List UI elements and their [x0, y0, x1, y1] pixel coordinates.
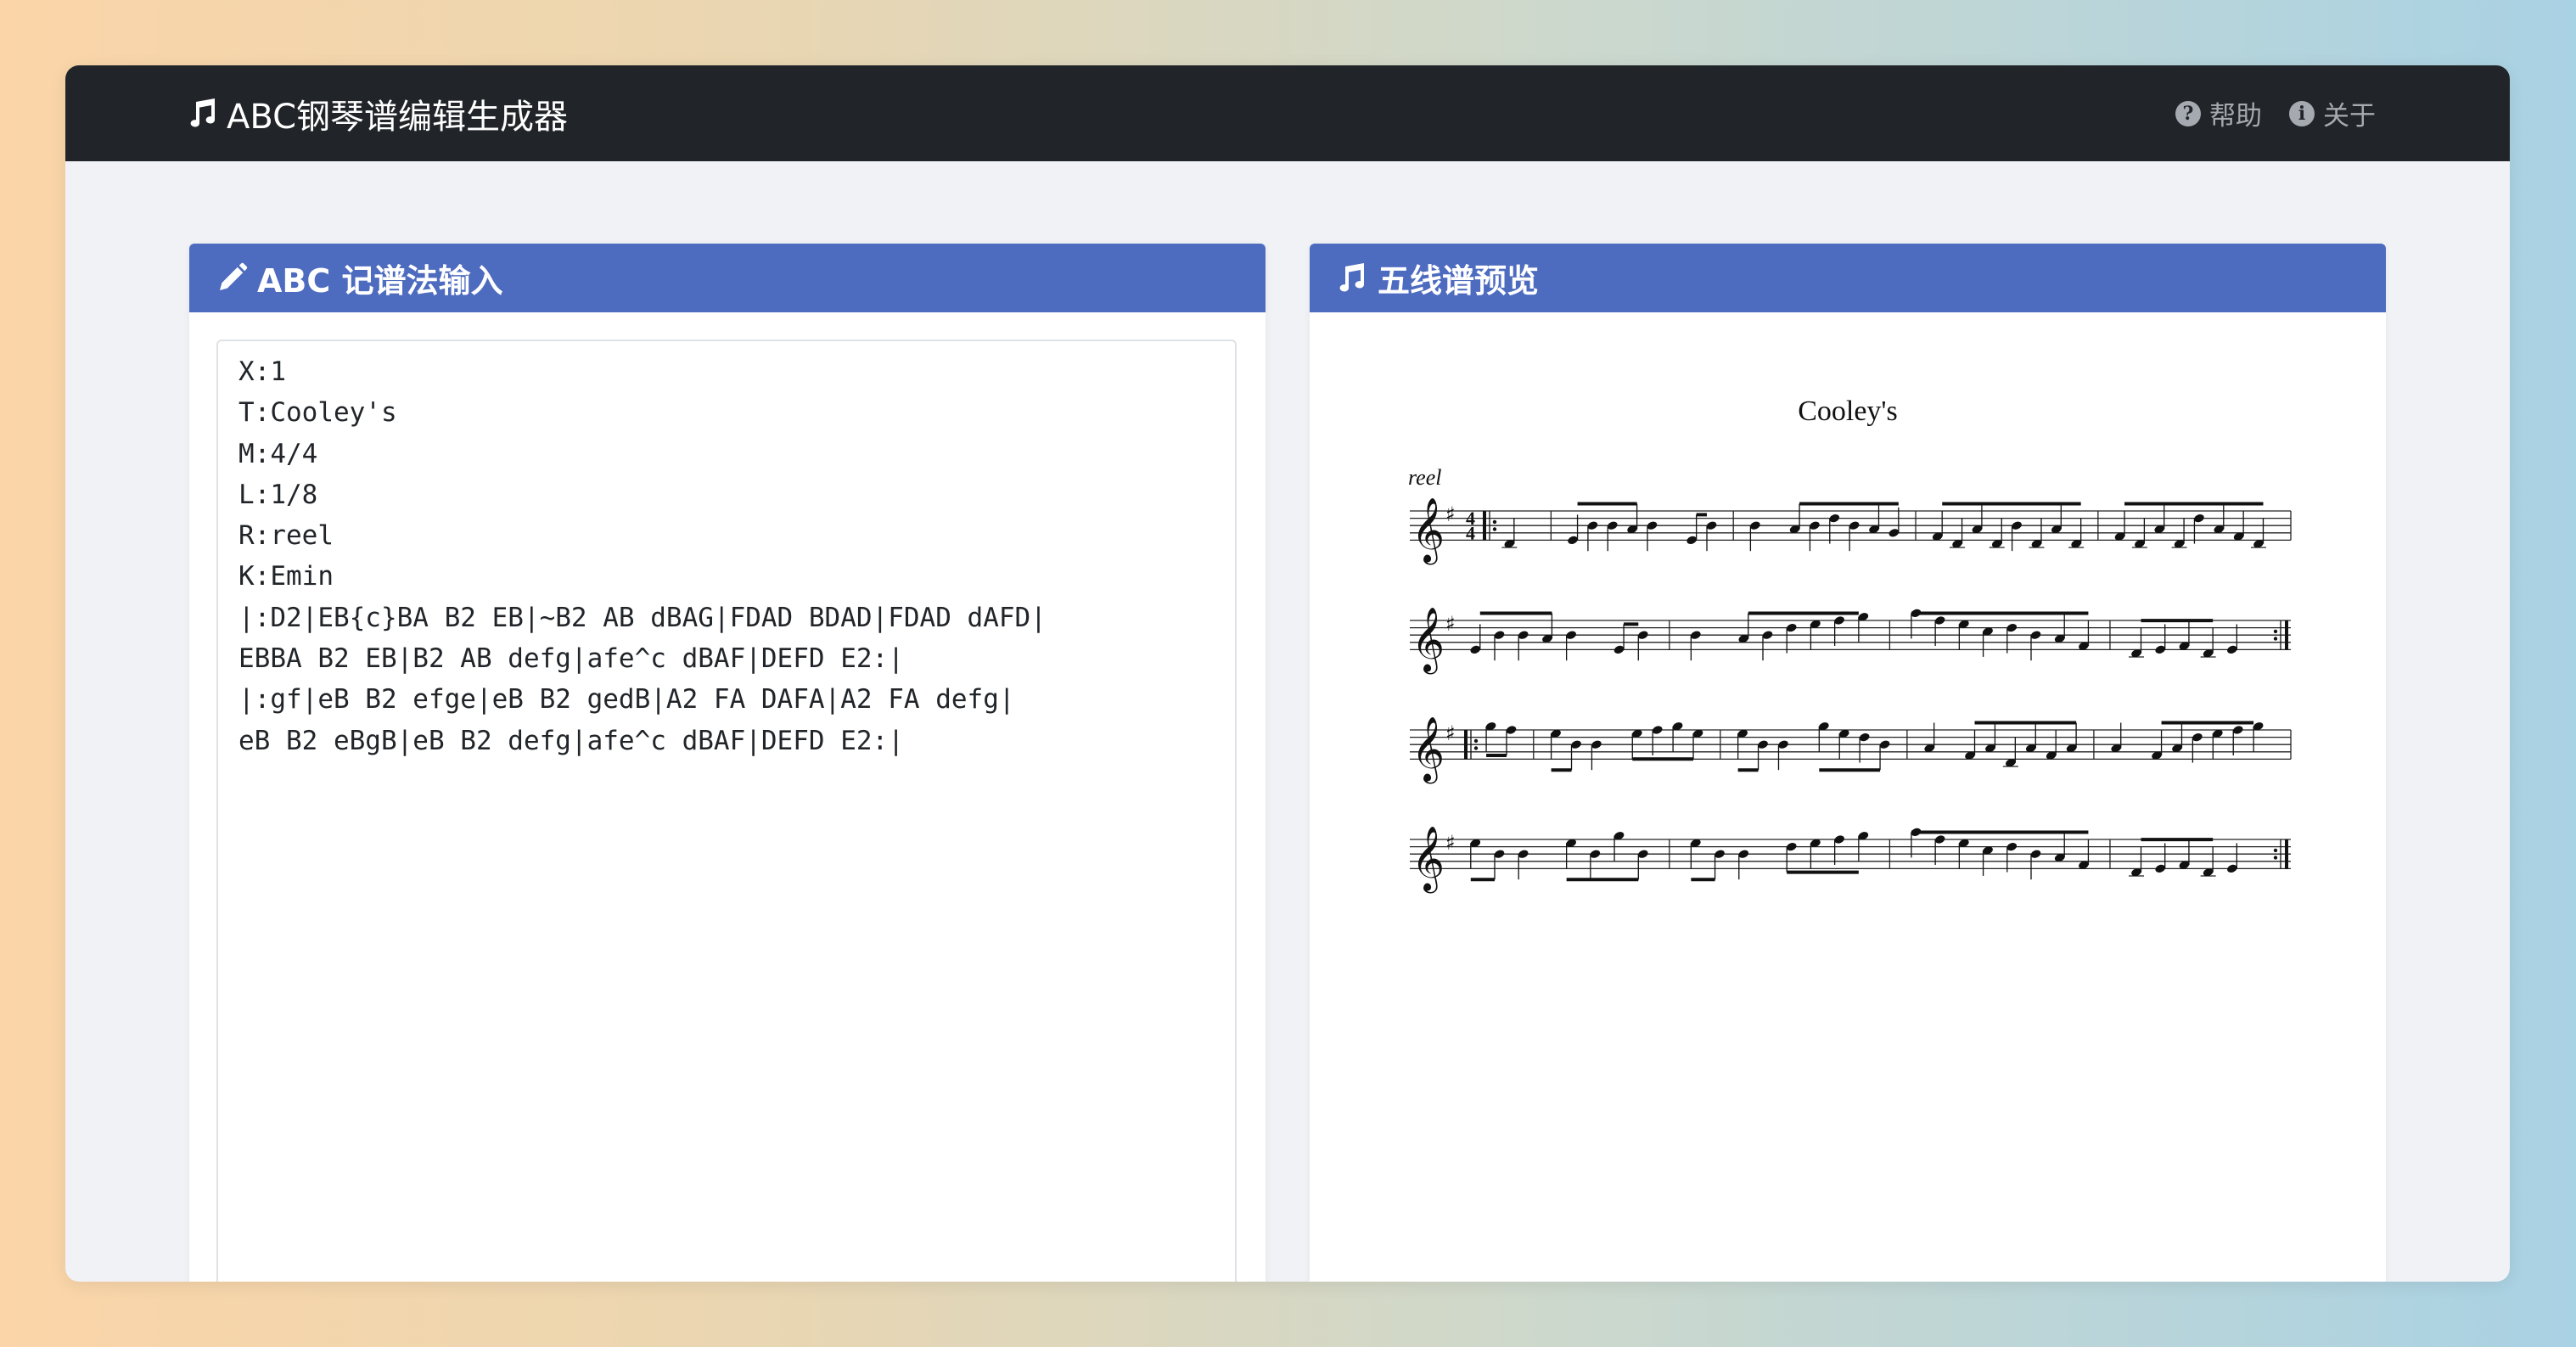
repeat-dot: [1492, 519, 1497, 525]
editor-panel: ABC 记谱法输入 X:1 T:Cooley's M:4/4 L:1/8 R:r…: [189, 244, 1266, 1282]
time-signature-bottom: 4: [1466, 522, 1475, 543]
music-note-icon: [1339, 262, 1365, 291]
preview-panel-header: 五线谱预览: [1310, 244, 2386, 312]
about-label: 关于: [2323, 101, 2376, 132]
abc-editor-textarea[interactable]: X:1 T:Cooley's M:4/4 L:1/8 R:reel K:Emin…: [216, 340, 1237, 1282]
app-title: ABC钢琴谱编辑生成器: [227, 97, 569, 137]
key-signature-sharp: ♯: [1445, 612, 1456, 636]
info-circle-icon: i: [2289, 100, 2315, 126]
editor-panel-header: ABC 记谱法输入: [189, 244, 1266, 312]
repeat-dot: [2273, 856, 2278, 860]
score-staves: 𝄞 ♯ 44𝄞 ♯𝄞 ♯𝄞 ♯: [1410, 497, 2292, 893]
treble-clef: 𝄞: [1411, 606, 1445, 674]
music-note-icon: [190, 98, 216, 126]
key-signature-sharp: ♯: [1445, 721, 1456, 745]
repeat-dot: [1473, 738, 1479, 744]
question-circle-icon: ?: [2175, 100, 2201, 126]
pencil-icon: [220, 262, 248, 290]
treble-clef: 𝄞: [1411, 825, 1445, 893]
preview-panel: 五线谱预览 Cooley's reel 𝄞 ♯ 4 4 𝄞 ♯ 𝄞 ♯ 𝄞 ♯: [1310, 244, 2386, 1282]
repeat-dot: [1492, 527, 1497, 531]
treble-clef: 𝄞: [1411, 716, 1445, 783]
treble-clef: 𝄞: [1411, 497, 1445, 564]
repeat-dot: [1473, 746, 1479, 750]
brand[interactable]: ABC钢琴谱编辑生成器: [186, 65, 568, 161]
about-link[interactable]: i 关于: [2289, 94, 2376, 132]
help-label: 帮助: [2209, 101, 2262, 132]
nav-links: ? 帮助 i 关于: [2175, 65, 2376, 161]
preview-panel-title: 五线谱预览: [1378, 262, 1540, 300]
help-link[interactable]: ? 帮助: [2175, 94, 2262, 132]
repeat-dot: [2273, 629, 2278, 634]
repeat-dot: [2273, 637, 2278, 641]
editor-panel-title: ABC 记谱法输入: [257, 262, 503, 300]
key-signature-sharp: ♯: [1445, 831, 1456, 855]
repeat-dot: [2273, 848, 2278, 853]
key-signature-sharp: ♯: [1445, 502, 1456, 526]
navbar: ABC钢琴谱编辑生成器 ? 帮助 i 关于: [65, 65, 2510, 161]
sheet-music-preview: Cooley's reel 𝄞 ♯ 4 4 𝄞 ♯ 𝄞 ♯ 𝄞 ♯: [1310, 312, 2386, 1282]
app-window: ABC钢琴谱编辑生成器 ? 帮助 i 关于 ABC 记谱法输入 X:1 T:Co…: [65, 65, 2510, 1282]
